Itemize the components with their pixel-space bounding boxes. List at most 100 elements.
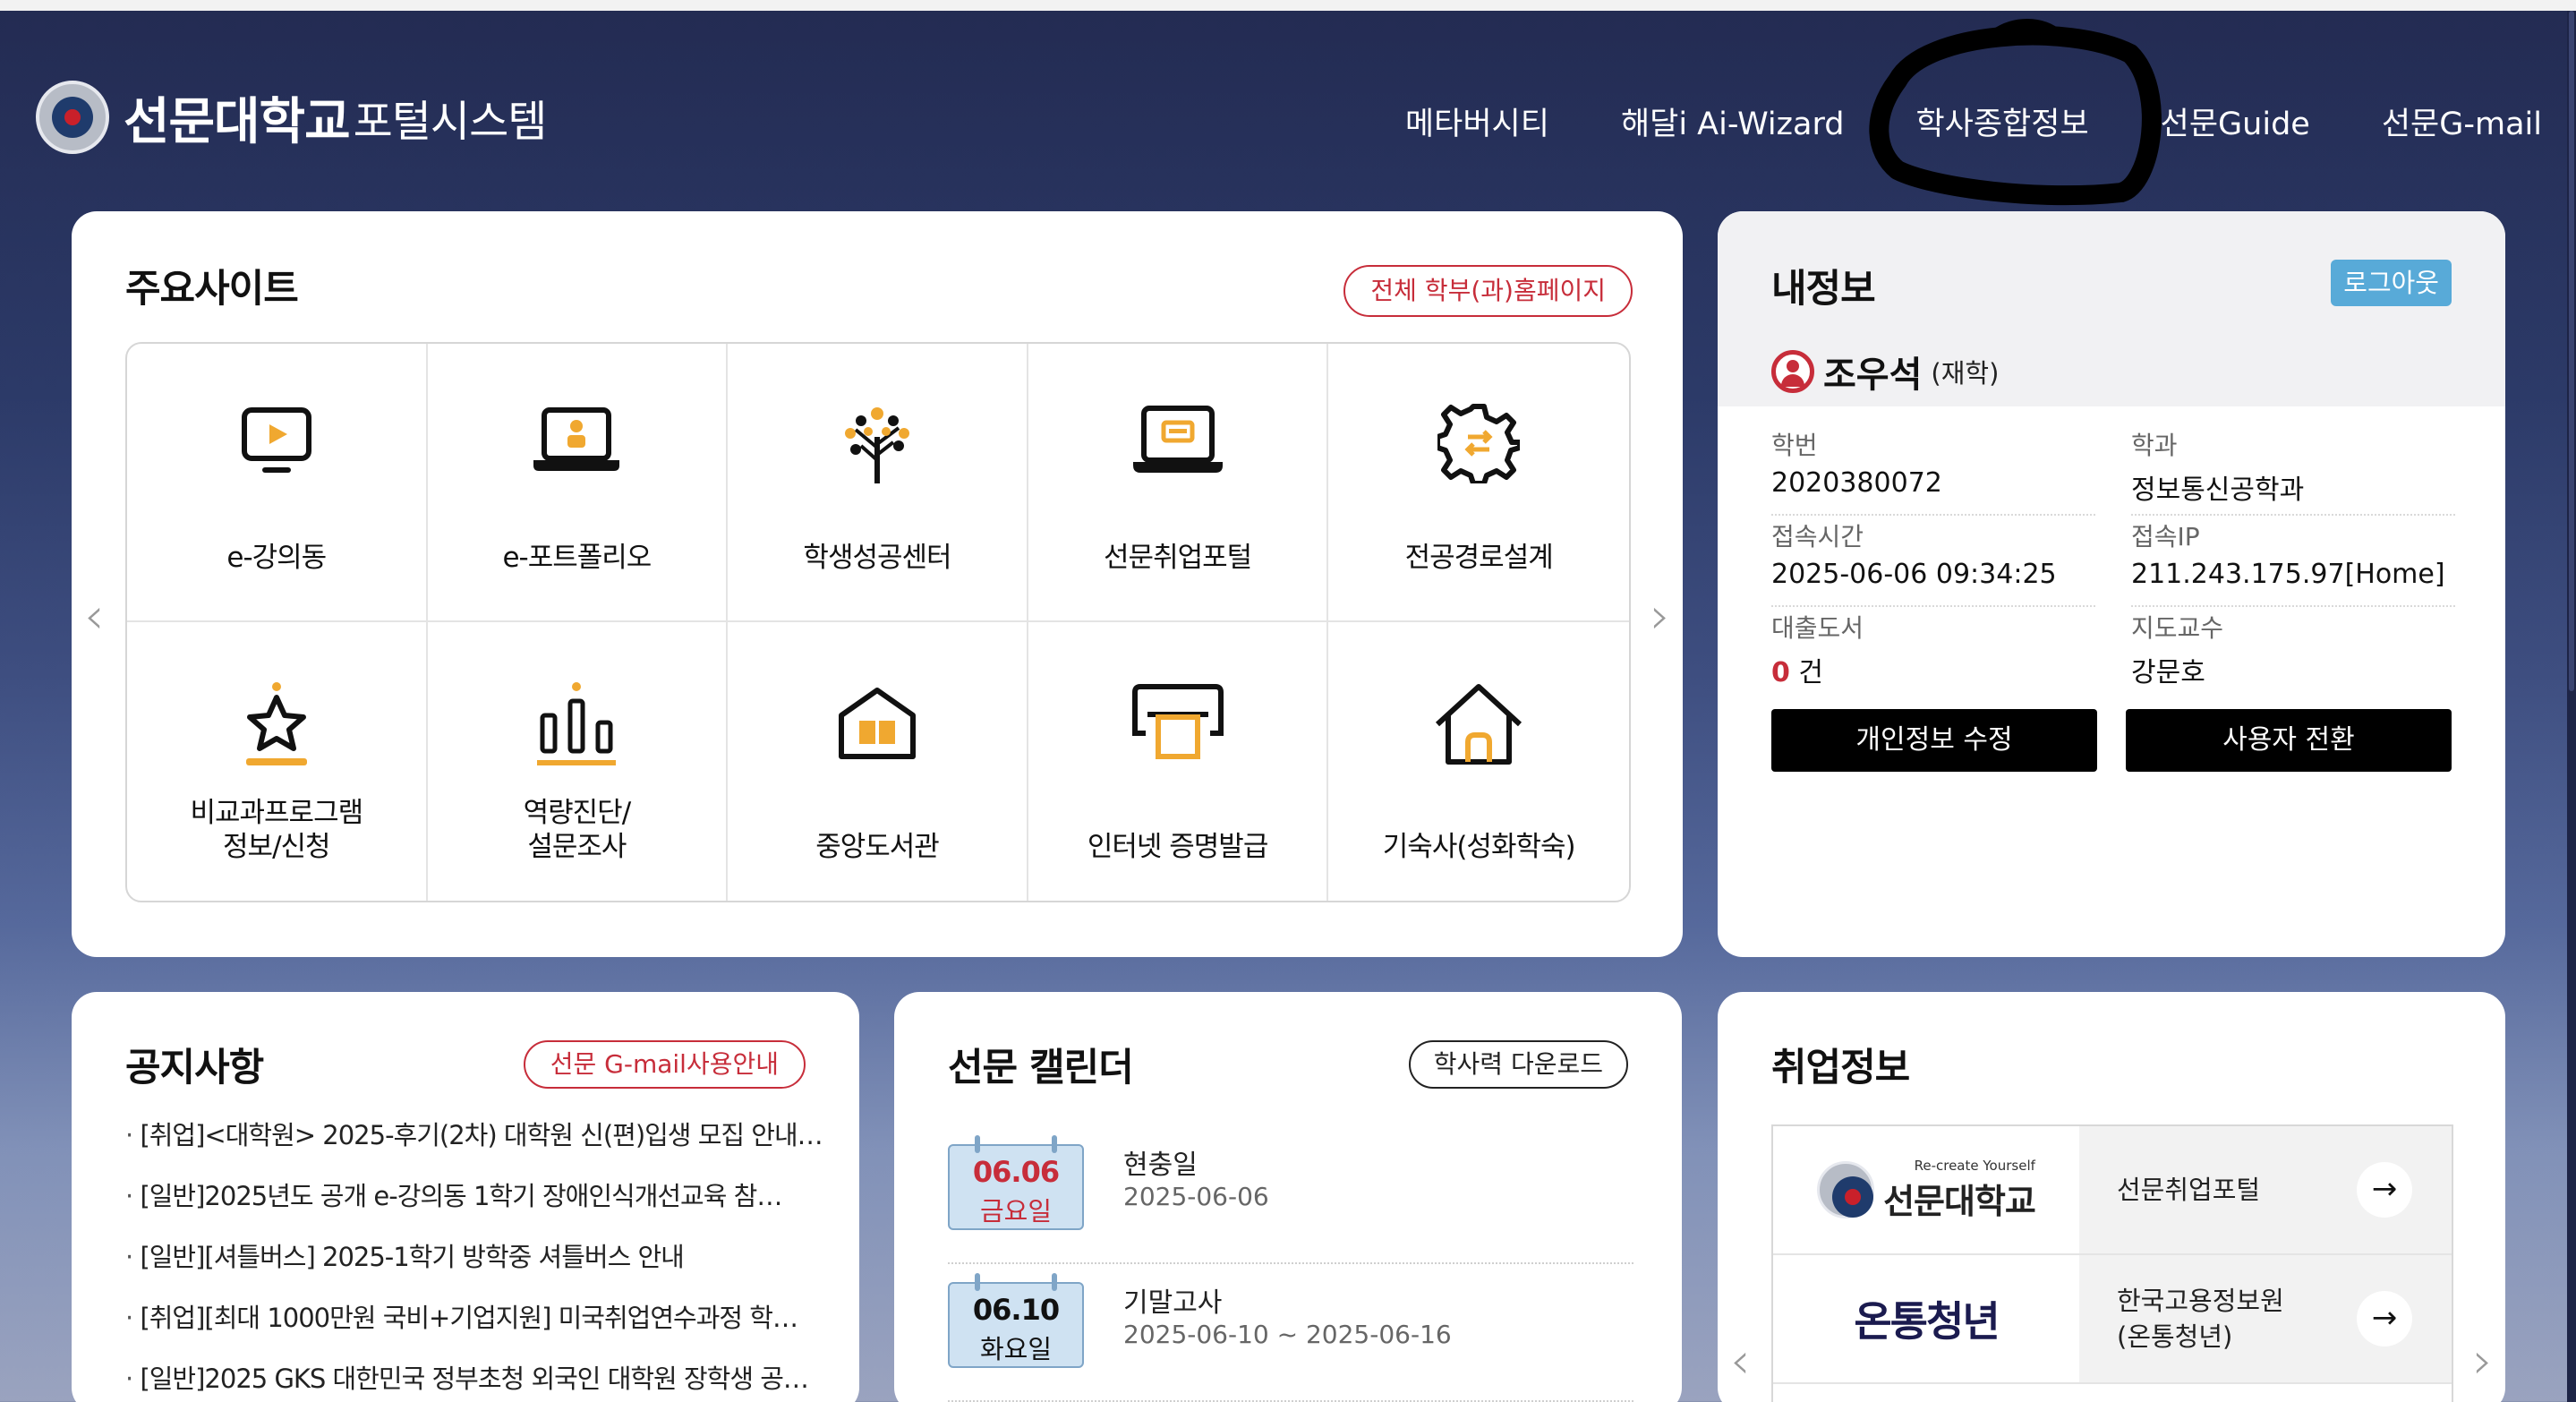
major-sites-title: 주요사이트	[125, 267, 299, 312]
event-weekday: 금요일	[979, 1196, 1053, 1227]
site-label: 선문취업포털	[1104, 542, 1252, 574]
scrollbar-thumb[interactable]	[2569, 11, 2574, 691]
site-e-portfolio[interactable]: e-포트폴리오	[427, 344, 729, 622]
next-arrow-icon[interactable]: ›	[1651, 587, 1670, 645]
switch-user-button[interactable]: 사용자 전환	[2126, 709, 2452, 772]
job-item[interactable]: Re-create Yourself 선문대학교 선문취업포털 →	[1773, 1126, 2452, 1255]
logo-tagline: Re-create Yourself	[1914, 1157, 2035, 1174]
calendar-event[interactable]: 06.06 금요일 현충일 2025-06-06	[948, 1126, 1633, 1264]
info-value: 강문호	[2131, 657, 2205, 688]
university-seal-icon	[1817, 1161, 1875, 1218]
site-label: e-포트폴리오	[502, 542, 652, 574]
sunmoon-job-logo: Re-create Yourself 선문대학교	[1773, 1126, 2079, 1253]
laptop-person-icon	[533, 407, 620, 471]
gear-icon	[1437, 404, 1521, 483]
info-label: 학번	[1771, 431, 1818, 460]
event-range: 2025-06-06	[1123, 1182, 1269, 1211]
info-value: 2025-06-06 09:34:25	[1771, 559, 2057, 590]
site-career-portal[interactable]: 선문취업포털	[1028, 344, 1329, 622]
site-dormitory[interactable]: 기숙사(성화학숙)	[1328, 622, 1629, 901]
jobs-card: 취업정보 ‹ › Re-create Yourself 선문대학교 선문취업포털…	[1718, 992, 2505, 1402]
calendar-card: 선문 캘린더 학사력 다운로드 06.06 금요일 현충일 2025-06-06…	[894, 992, 1682, 1402]
my-info-card: 내정보 로그아웃 조우석 (재학) 학번 2020380072 학과 정보통신공…	[1718, 211, 2505, 957]
gmail-guide-button[interactable]: 선문 G-mail사용안내	[523, 1040, 806, 1089]
university-seal-icon	[36, 81, 109, 154]
logo-portal-text: 포털시스템	[353, 97, 548, 147]
info-value: 2020380072	[1771, 467, 1942, 499]
event-date: 06.10	[972, 1293, 1060, 1327]
edit-profile-button[interactable]: 개인정보 수정	[1771, 709, 2097, 772]
job-name-area: 한국고용정보원 (온통청년) →	[2079, 1255, 2452, 1382]
notice-list: [취업]<대학원> 2025-후기(2차) 대학원 신(편)입생 모집 안내… …	[125, 1117, 823, 1402]
info-label: 지도교수	[2131, 613, 2224, 643]
play-screen-icon	[241, 407, 311, 473]
jobs-list: Re-create Yourself 선문대학교 선문취업포털 → 온통청년 한…	[1771, 1124, 2453, 1402]
job-item[interactable]: 온통청년 한국고용정보원 (온통청년) →	[1773, 1255, 2452, 1384]
info-value: 0 건	[1771, 650, 2095, 689]
notice-item[interactable]: [일반][셔틀버스] 2025-1학기 방학중 셔틀버스 안내	[125, 1239, 823, 1300]
site-label: 중앙도서관	[815, 831, 940, 863]
next-arrow-icon[interactable]: ›	[2473, 1332, 2493, 1390]
info-label: 접속시간	[1771, 522, 1864, 551]
nav-gmail[interactable]: 선문G-mail	[2382, 98, 2542, 144]
notice-item[interactable]: [일반]2025 GKS 대한민국 정부초청 외국인 대학원 장학생 공…	[125, 1361, 823, 1402]
prev-arrow-icon[interactable]: ‹	[84, 587, 104, 645]
laptop-icon	[1132, 406, 1223, 473]
notice-item[interactable]: [일반]2025년도 공개 e-강의동 1학기 장애인식개선교육 참…	[125, 1178, 823, 1239]
bar-chart-icon	[537, 682, 617, 765]
site-label: 역량진단/ 설문조사	[523, 797, 632, 863]
event-date: 06.06	[972, 1155, 1060, 1189]
site-central-library[interactable]: 중앙도서관	[728, 622, 1028, 901]
nav-sunmoon-guide[interactable]: 선문Guide	[2161, 98, 2310, 144]
notice-item[interactable]: [취업]<대학원> 2025-후기(2차) 대학원 신(편)입생 모집 안내…	[125, 1117, 823, 1178]
site-grid: e-강의동 e-포트폴리오 학생성공센터 선문취업포털 전공경로설계 비교과프로…	[125, 342, 1631, 902]
event-weekday: 화요일	[979, 1334, 1053, 1364]
tree-icon	[844, 407, 909, 483]
star-trophy-icon	[245, 682, 307, 765]
calendar-date-badge: 06.10 화요일	[948, 1273, 1084, 1368]
site-competency-survey[interactable]: 역량진단/ 설문조사	[428, 622, 729, 901]
user-name: 조우석	[1823, 355, 1923, 396]
site-e-lecture[interactable]: e-강의동	[127, 344, 428, 622]
info-label: 접속IP	[2131, 522, 2200, 551]
logout-button[interactable]: 로그아웃	[2331, 260, 2452, 306]
site-label: 비교과프로그램 정보/신청	[190, 797, 363, 863]
logo-text-group: Re-create Yourself 선문대학교	[1883, 1157, 2036, 1223]
user-icon	[1771, 350, 1814, 393]
info-value: 정보통신공학과	[2131, 474, 2305, 506]
nav-metaversity[interactable]: 메타버시티	[1405, 98, 1549, 144]
event-title: 현충일	[1123, 1150, 1198, 1181]
info-label: 학과	[2131, 431, 2178, 460]
ontong-youth-logo: 온통청년	[1773, 1255, 2079, 1382]
loan-count[interactable]: 0	[1771, 657, 1790, 688]
site-major-path[interactable]: 전공경로설계	[1328, 344, 1629, 622]
all-department-homepage-button[interactable]: 전체 학부(과)홈페이지	[1343, 265, 1633, 317]
site-label: e-강의동	[226, 542, 327, 574]
arrow-right-icon[interactable]: →	[2357, 1291, 2412, 1346]
calendar-date-badge: 06.06 금요일	[948, 1135, 1084, 1230]
logo-university-name: 선문대학교	[124, 92, 351, 151]
job-name: 선문취업포털	[2117, 1175, 2261, 1205]
job-name: 한국고용정보원 (온통청년)	[2117, 1286, 2284, 1352]
arrow-right-icon[interactable]: →	[2357, 1162, 2412, 1218]
site-label: 기숙사(성화학숙)	[1382, 831, 1576, 863]
prev-arrow-icon[interactable]: ‹	[1730, 1332, 1750, 1390]
calendar-event[interactable]: 06.10 화요일 기말고사 2025-06-10 ~ 2025-06-16	[948, 1264, 1633, 1402]
notice-item[interactable]: [취업][최대 1000만원 국비+기업지원] 미국취업연수과정 학…	[125, 1300, 823, 1361]
site-label: 전공경로설계	[1404, 542, 1554, 574]
academic-calendar-download-button[interactable]: 학사력 다운로드	[1408, 1040, 1628, 1089]
notice-title: 공지사항	[125, 1046, 264, 1090]
site-student-success[interactable]: 학생성공센터	[728, 344, 1028, 622]
site-certificate-issue[interactable]: 인터넷 증명발급	[1028, 622, 1329, 901]
page-scrollbar[interactable]	[2567, 11, 2576, 1402]
event-title: 기말고사	[1123, 1287, 1223, 1319]
nav-ai-wizard[interactable]: 해달i Ai-Wizard	[1621, 98, 1845, 144]
site-extracurricular[interactable]: 비교과프로그램 정보/신청	[127, 622, 428, 901]
portal-logo[interactable]: 선문대학교 포털시스템	[36, 81, 548, 154]
user-profile: 조우석 (재학)	[1771, 346, 1999, 398]
notice-card: 공지사항 선문 G-mail사용안내 [취업]<대학원> 2025-후기(2차)…	[72, 992, 859, 1402]
info-loaned-books: 대출도서 0 건	[1771, 609, 2095, 698]
user-status: (재학)	[1931, 358, 2000, 389]
info-value: 211.243.175.97[Home]	[2131, 559, 2445, 590]
info-label: 대출도서	[1771, 613, 1864, 643]
